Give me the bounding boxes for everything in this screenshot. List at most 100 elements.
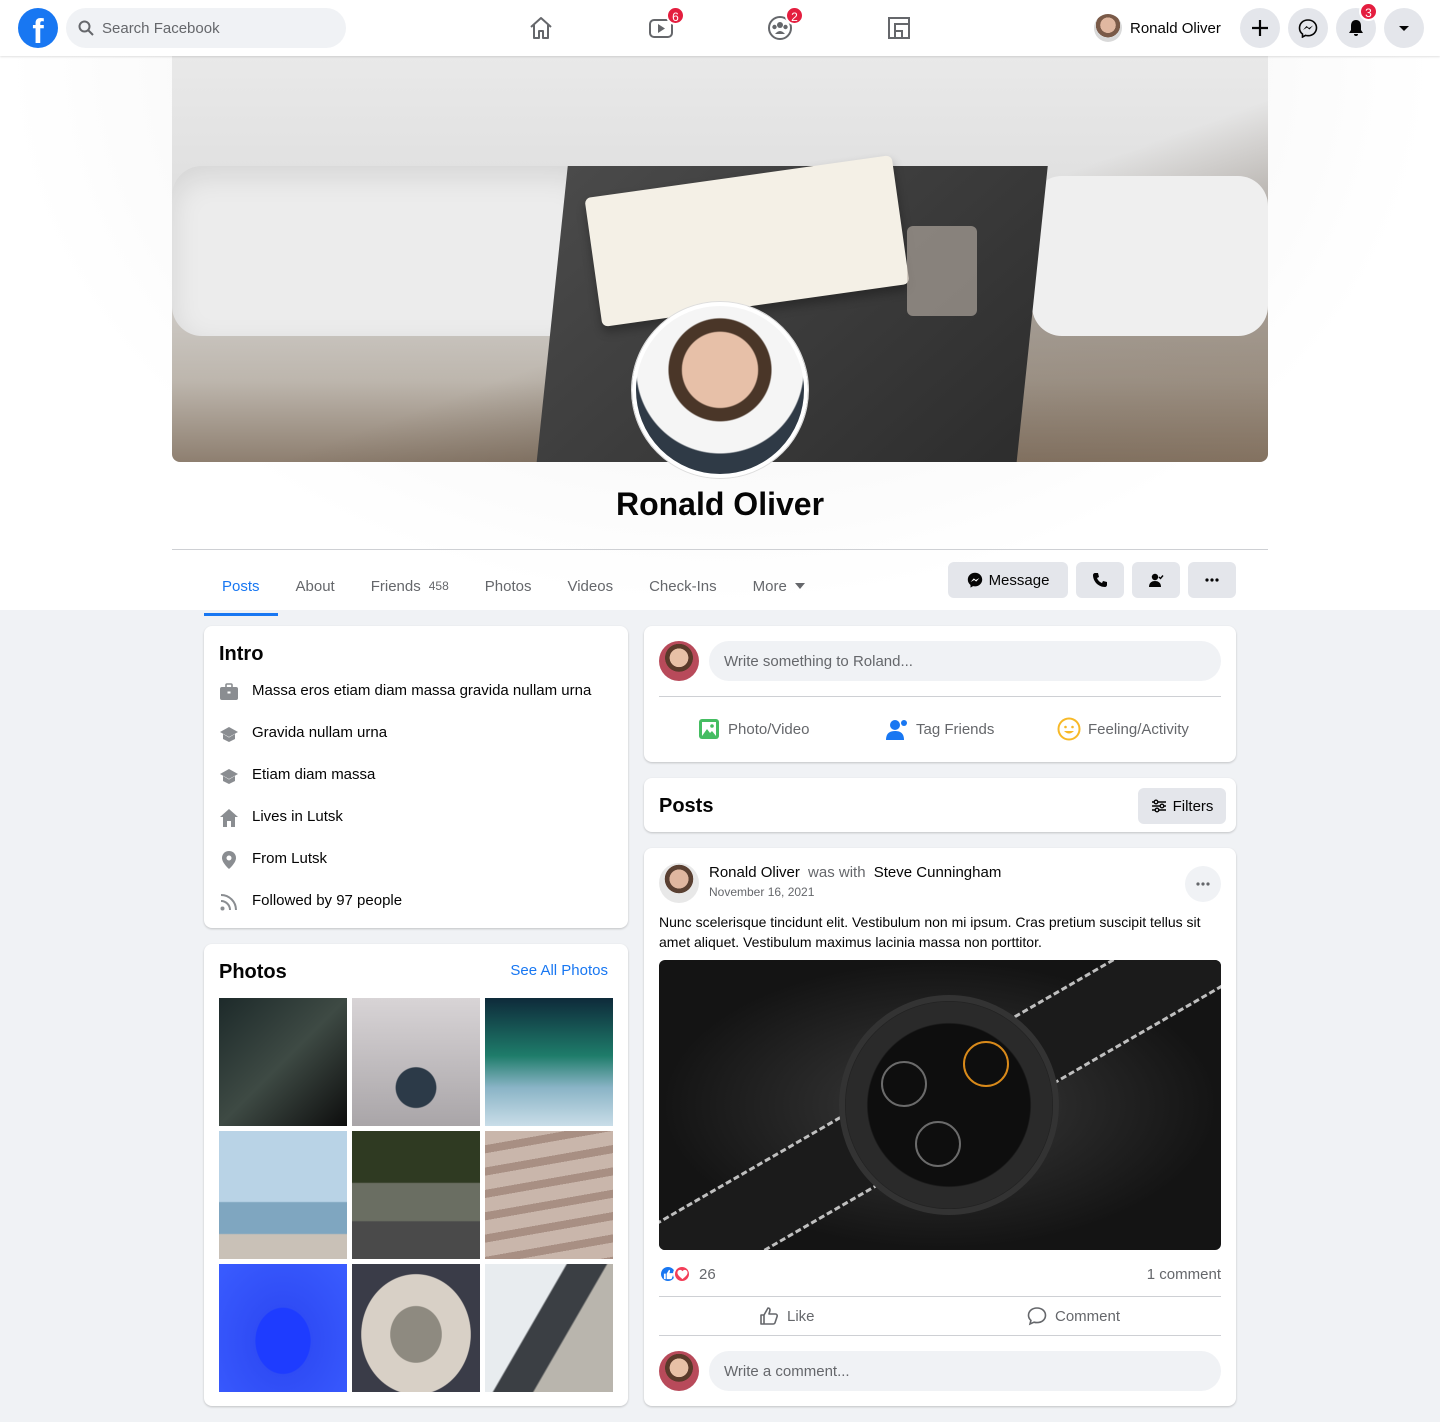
nav-groups[interactable]: 2: [766, 6, 804, 42]
nav-home[interactable]: [527, 14, 555, 42]
profile-name: Ronald Oliver: [615, 486, 825, 522]
create-button[interactable]: [1240, 8, 1280, 48]
reaction-summary: 26 1 comment: [659, 1262, 1221, 1286]
friends-status-button[interactable]: [1132, 562, 1180, 598]
graduation-cap-icon: [220, 769, 238, 784]
posts-header-card: Posts Filters: [644, 778, 1236, 832]
avatar: [1094, 14, 1122, 42]
photo-thumbnail[interactable]: [219, 998, 347, 1126]
feeling-activity-button[interactable]: Feeling/Activity: [1057, 714, 1189, 744]
photo-thumbnail[interactable]: [352, 998, 480, 1126]
tab-friends[interactable]: Friends 458: [353, 562, 467, 610]
ellipsis-icon: [1205, 578, 1219, 582]
photo-thumbnail[interactable]: [485, 1131, 613, 1259]
photo-thumbnail[interactable]: [219, 1264, 347, 1392]
composer-box[interactable]: [709, 641, 1221, 681]
intro-item-education-1: Gravida nullam urna: [219, 724, 591, 766]
search-input[interactable]: [102, 19, 322, 37]
comment-button[interactable]: Comment: [1027, 1304, 1120, 1328]
top-navbar: f 6 2 Ronald Oliver 3: [0, 0, 1440, 56]
photo-thumbnail[interactable]: [219, 1131, 347, 1259]
intro-list: Massa eros etiam diam massa gravida null…: [219, 682, 591, 934]
tab-about[interactable]: About: [278, 562, 353, 610]
user-name: Ronald Oliver: [1130, 19, 1221, 37]
intro-item-followers: Followed by 97 people: [219, 892, 591, 934]
account-menu-button[interactable]: [1384, 8, 1424, 48]
header-divider: [172, 549, 1268, 550]
groups-badge: 2: [785, 6, 804, 25]
love-reaction-icon[interactable]: [673, 1265, 691, 1283]
gaming-icon: [888, 17, 910, 39]
profile-picture[interactable]: [632, 302, 808, 478]
post-image[interactable]: [659, 960, 1221, 1250]
divider: [659, 1335, 1221, 1336]
photo-grid: [219, 998, 613, 1392]
phone-icon: [1093, 573, 1107, 587]
sliders-icon: [1151, 799, 1166, 813]
photo-video-button[interactable]: Photo/Video: [697, 714, 809, 744]
search-bar[interactable]: [66, 8, 346, 48]
profile-tabs: Posts About Friends 458 Photos Videos Che…: [204, 562, 823, 616]
intro-title: Intro: [219, 643, 264, 665]
search-icon: [78, 20, 94, 36]
thumbs-up-icon: [760, 1307, 778, 1325]
post-with-text: was with: [808, 864, 866, 881]
call-button[interactable]: [1076, 562, 1124, 598]
tab-photos[interactable]: Photos: [467, 562, 550, 610]
post-options-button[interactable]: [1185, 866, 1221, 902]
user-check-icon: [1149, 573, 1164, 587]
briefcase-icon: [220, 683, 238, 700]
intro-item-lives-in: Lives in Lutsk: [219, 808, 591, 850]
user-profile-chip[interactable]: Ronald Oliver: [1094, 12, 1221, 44]
tab-check-ins[interactable]: Check-Ins: [631, 562, 735, 610]
comment-count[interactable]: 1 comment: [1147, 1266, 1221, 1283]
tab-videos[interactable]: Videos: [549, 562, 631, 610]
profile-header: Ronald Oliver Posts About Friends 458 Pho…: [0, 56, 1440, 616]
messenger-icon: [967, 572, 982, 588]
graduation-cap-icon: [220, 727, 238, 742]
intro-card: Intro Massa eros etiam diam massa gravid…: [204, 626, 628, 928]
notifications-badge: 3: [1359, 2, 1378, 21]
post-text: Nunc scelerisque tincidunt elit. Vestibu…: [659, 914, 1201, 950]
messenger-button[interactable]: [1288, 8, 1328, 48]
notifications-button[interactable]: 3: [1336, 2, 1378, 48]
caret-down-icon: [1399, 26, 1409, 31]
more-options-button[interactable]: [1188, 562, 1236, 598]
rss-icon: [220, 894, 237, 911]
post-card: Ronald Oliver was with Steve Cunningham …: [644, 848, 1236, 1406]
message-button[interactable]: Message: [948, 562, 1068, 598]
see-all-photos-link[interactable]: See All Photos: [510, 962, 608, 979]
photo-thumbnail[interactable]: [485, 1264, 613, 1392]
tag-friends-button[interactable]: Tag Friends: [885, 714, 994, 744]
location-pin-icon: [222, 851, 236, 869]
avatar: [659, 641, 699, 681]
comment-input[interactable]: [724, 1362, 1221, 1380]
posts-title: Posts: [659, 795, 714, 817]
post-date[interactable]: November 16, 2021: [709, 885, 814, 899]
caret-down-icon: [794, 583, 805, 589]
ellipsis-icon: [1196, 882, 1210, 886]
comment-box[interactable]: [709, 1351, 1221, 1391]
post-tagged-name[interactable]: Steve Cunningham: [874, 864, 1002, 881]
tab-more[interactable]: More: [735, 562, 823, 610]
reaction-count[interactable]: 26: [699, 1266, 716, 1283]
nav-watch[interactable]: 6: [647, 6, 685, 42]
tab-posts[interactable]: Posts: [204, 562, 278, 616]
photos-title: Photos: [219, 961, 287, 983]
house-icon: [220, 809, 238, 827]
photo-thumbnail[interactable]: [352, 1264, 480, 1392]
photo-thumbnail[interactable]: [485, 998, 613, 1126]
avatar[interactable]: [659, 863, 699, 903]
photos-card: Photos See All Photos: [204, 944, 628, 1406]
composer-input[interactable]: [724, 652, 1221, 670]
photo-thumbnail[interactable]: [352, 1131, 480, 1259]
facebook-logo[interactable]: f: [18, 8, 58, 48]
filters-button[interactable]: Filters: [1138, 788, 1226, 824]
nav-gaming[interactable]: [885, 14, 913, 42]
watch-badge: 6: [666, 6, 685, 25]
plus-icon: [1252, 20, 1268, 36]
post-author[interactable]: Ronald Oliver: [709, 864, 800, 881]
home-icon: [530, 17, 552, 39]
like-button[interactable]: Like: [759, 1304, 815, 1328]
smiley-icon: [1057, 717, 1081, 741]
